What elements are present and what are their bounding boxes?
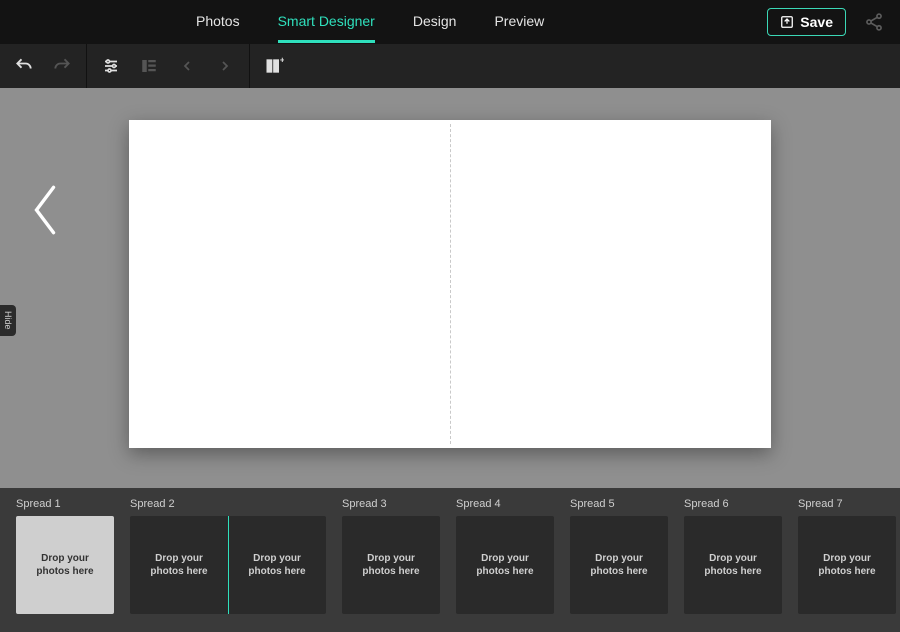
spread-thumb-7[interactable]: Spread 7 Drop your photos here — [798, 498, 896, 632]
spread-thumb-3[interactable]: Spread 3 Drop your photos here — [342, 498, 440, 632]
undo-button[interactable] — [12, 54, 36, 78]
share-icon[interactable] — [864, 12, 884, 32]
thumb[interactable]: Drop your photos here — [342, 516, 440, 614]
add-page-icon: + — [264, 56, 284, 76]
top-tab-bar: Photos Smart Designer Design Preview Sav… — [0, 0, 900, 44]
canvas-prev-arrow[interactable] — [28, 180, 62, 240]
big-chevron-left-icon — [28, 180, 62, 240]
page-fold-divider — [450, 124, 451, 444]
spread-thumb-4[interactable]: Spread 4 Drop your photos here — [456, 498, 554, 632]
hide-sidebar-tab[interactable]: Hide — [0, 305, 16, 336]
spread-thumb-2[interactable]: Spread 2 Drop your photos here Drop your… — [130, 498, 326, 632]
thumb[interactable]: Drop your photos here — [570, 516, 668, 614]
thumb-double[interactable]: Drop your photos here Drop your photos h… — [130, 516, 326, 614]
adjust-button[interactable] — [99, 54, 123, 78]
toolbar-prev-button[interactable] — [175, 54, 199, 78]
spread-thumb-label: Spread 7 — [798, 498, 896, 510]
spread-thumb-label: Spread 5 — [570, 498, 668, 510]
thumb[interactable]: Drop your photos here — [456, 516, 554, 614]
spread-thumb-label: Spread 6 — [684, 498, 782, 510]
layout-list-button[interactable] — [137, 54, 161, 78]
spread-thumb-1[interactable]: Spread 1 Drop your photos here — [16, 498, 114, 632]
layout-list-icon — [140, 57, 158, 75]
chevron-right-icon — [217, 58, 233, 74]
toolbar-next-button[interactable] — [213, 54, 237, 78]
tab-photos[interactable]: Photos — [196, 1, 240, 43]
spread-strip: Spread 1 Drop your photos here Spread 2 … — [0, 488, 900, 632]
chevron-left-icon — [179, 58, 195, 74]
spread-thumb-6[interactable]: Spread 6 Drop your photos here — [684, 498, 782, 632]
tab-smart-designer[interactable]: Smart Designer — [278, 1, 375, 43]
thumb[interactable]: Drop your photos here — [684, 516, 782, 614]
current-spread[interactable] — [129, 120, 771, 448]
edit-toolbar: + — [0, 44, 900, 88]
svg-text:+: + — [280, 56, 284, 65]
spread-thumb-label: Spread 1 — [16, 498, 114, 510]
sliders-icon — [102, 57, 120, 75]
redo-icon — [52, 56, 72, 76]
add-page-button[interactable]: + — [262, 54, 286, 78]
save-label: Save — [800, 14, 833, 30]
tab-design[interactable]: Design — [413, 1, 457, 43]
save-button[interactable]: Save — [767, 8, 846, 36]
save-icon — [780, 15, 794, 29]
spread-thumb-label: Spread 4 — [456, 498, 554, 510]
canvas-area — [0, 88, 900, 488]
spread-thumb-label: Spread 2 — [130, 498, 326, 510]
thumb[interactable]: Drop your photos here — [798, 516, 896, 614]
thumb-cover[interactable]: Drop your photos here — [16, 516, 114, 614]
thumb-fold-divider — [228, 516, 229, 614]
spread-thumb-label: Spread 3 — [342, 498, 440, 510]
tab-preview[interactable]: Preview — [494, 1, 544, 43]
spread-thumb-5[interactable]: Spread 5 Drop your photos here — [570, 498, 668, 632]
undo-icon — [14, 56, 34, 76]
redo-button[interactable] — [50, 54, 74, 78]
